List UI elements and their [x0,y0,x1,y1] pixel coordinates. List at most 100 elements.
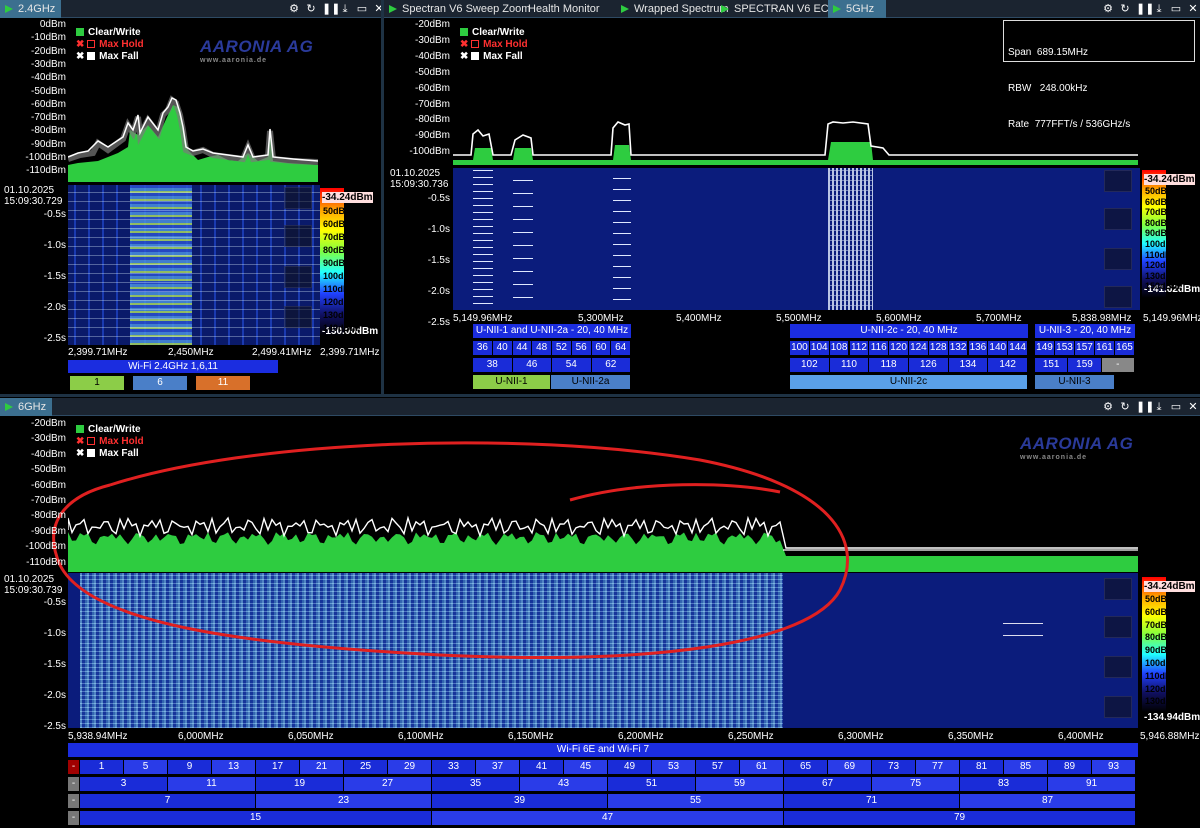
channel-cell[interactable]: 1 [80,760,124,774]
channel-cell[interactable]: 27 [344,777,432,791]
channel-cell[interactable]: 124 [909,341,929,355]
tab-1[interactable]: Health Monitor [522,0,614,18]
channel-6[interactable]: 6 [133,376,188,390]
color-icon[interactable] [1104,248,1132,270]
channel-cell[interactable]: 52 [552,341,572,355]
channel-cell[interactable]: 47 [432,811,784,825]
channel-cell[interactable]: 93 [1092,760,1136,774]
channel-1[interactable]: 1 [70,376,125,390]
channel-cell[interactable]: 35 [432,777,520,791]
channel-cell[interactable]: 37 [476,760,520,774]
channel-cell[interactable]: 134 [948,358,989,372]
channel-cell[interactable]: 142 [988,358,1028,372]
sync-icon[interactable]: ↻ [1119,2,1131,16]
channel-cell[interactable]: 59 [696,777,784,791]
channel-cell[interactable]: 13 [212,760,256,774]
row-selector[interactable]: - [68,760,80,774]
channel-cell[interactable]: 56 [571,341,592,355]
channel-cell[interactable]: 5 [124,760,168,774]
channel-cell[interactable]: 108 [829,341,850,355]
channel-cell[interactable]: 161 [1095,341,1115,355]
channel-cell[interactable]: 77 [916,760,960,774]
channel-cell[interactable]: 54 [552,358,592,372]
channel-cell[interactable]: 38 [473,358,513,372]
tab-6ghz[interactable]: 6GHz [0,398,53,416]
channel-cell[interactable]: 73 [872,760,916,774]
channel-cell[interactable]: 3 [80,777,168,791]
channel-cell[interactable]: 46 [512,358,552,372]
channel-cell[interactable]: 21 [300,760,344,774]
channel-cell[interactable]: 39 [432,794,608,808]
channel-cell[interactable]: 15 [80,811,432,825]
channel-cell[interactable]: 33 [432,760,476,774]
channel-cell[interactable]: 132 [948,341,969,355]
tab-2[interactable]: Wrapped Spectrum [616,0,729,18]
play-large-icon[interactable] [284,306,312,328]
channel-cell[interactable]: 55 [608,794,784,808]
gear-icon[interactable]: ⚙ [288,2,300,16]
channel-cell[interactable]: 23 [256,794,432,808]
channel-cell[interactable]: 62 [591,358,631,372]
pause-icon[interactable]: ❚❚ [1136,2,1154,16]
channel-cell[interactable]: 60 [591,341,612,355]
channel-cell[interactable]: 29 [388,760,432,774]
window-icon[interactable] [284,225,312,247]
channel-cell[interactable]: 40 [492,341,513,355]
channel-cell[interactable]: 19 [256,777,344,791]
channel-cell[interactable]: 151 [1035,358,1069,372]
gear-icon[interactable]: ⚙ [1102,2,1114,16]
channel-cell[interactable]: 49 [608,760,652,774]
channel-cell[interactable]: 69 [828,760,872,774]
channel-cell[interactable]: 110 [829,358,870,372]
channel-11[interactable]: 11 [196,376,251,390]
channel-cell[interactable]: 126 [909,358,949,372]
color-icon[interactable] [284,266,312,288]
channel-cell[interactable]: 61 [740,760,784,774]
tab-0[interactable]: Spectran V6 Sweep Zoom [384,0,530,18]
channel-cell[interactable]: 85 [1004,760,1048,774]
window-icon[interactable] [1104,616,1132,638]
channel-cell[interactable]: 102 [790,358,830,372]
channel-cell[interactable]: 44 [512,341,533,355]
band-label[interactable]: U-NII-1 [473,375,551,389]
row-selector[interactable]: - [68,811,80,825]
row-selector[interactable]: - [68,777,80,791]
close-icon[interactable]: ✕ [1187,2,1199,16]
waterfall-icon[interactable] [284,187,312,209]
channel-cell[interactable]: 116 [869,341,890,355]
download-icon[interactable]: ⤓ [339,2,351,16]
pause-icon[interactable]: ❚❚ [1136,400,1154,414]
channel-cell[interactable]: 65 [784,760,828,774]
waterfall-icon[interactable] [1104,578,1132,600]
band-label[interactable]: U-NII-2a [551,375,631,389]
channel-cell[interactable]: 45 [564,760,608,774]
channel-cell[interactable]: 104 [809,341,830,355]
gear-icon[interactable]: ⚙ [1102,400,1114,414]
channel-cell[interactable]: 128 [928,341,949,355]
channel-cell[interactable]: 136 [968,341,989,355]
tab-3[interactable]: SPECTRAN V6 ECO [716,0,837,18]
channel-cell[interactable]: 120 [889,341,909,355]
window-icon[interactable] [1104,208,1132,230]
channel-cell[interactable]: 43 [520,777,608,791]
close-icon[interactable]: ✕ [1187,400,1199,414]
band-label[interactable]: U-NII-2c [790,375,1028,389]
channel-cell[interactable]: 41 [520,760,564,774]
color-icon[interactable] [1104,656,1132,678]
download-icon[interactable]: ⤓ [1153,400,1165,414]
channel-cell[interactable]: 71 [784,794,960,808]
band-label[interactable]: U-NII-3 [1035,375,1115,389]
channel-cell[interactable]: 79 [784,811,1136,825]
channel-cell[interactable]: 64 [611,341,631,355]
channel-cell[interactable]: 112 [849,341,870,355]
maximize-icon[interactable]: ▭ [356,2,368,16]
maximize-icon[interactable]: ▭ [1170,400,1182,414]
sync-icon[interactable]: ↻ [305,2,317,16]
channel-cell[interactable]: 157 [1075,341,1095,355]
channel-cell[interactable]: 140 [988,341,1009,355]
channel-cell[interactable]: 25 [344,760,388,774]
download-icon[interactable]: ⤓ [1153,2,1165,16]
channel-cell[interactable]: 100 [790,341,810,355]
pause-icon[interactable]: ❚❚ [322,2,340,16]
channel-cell[interactable]: 11 [168,777,256,791]
